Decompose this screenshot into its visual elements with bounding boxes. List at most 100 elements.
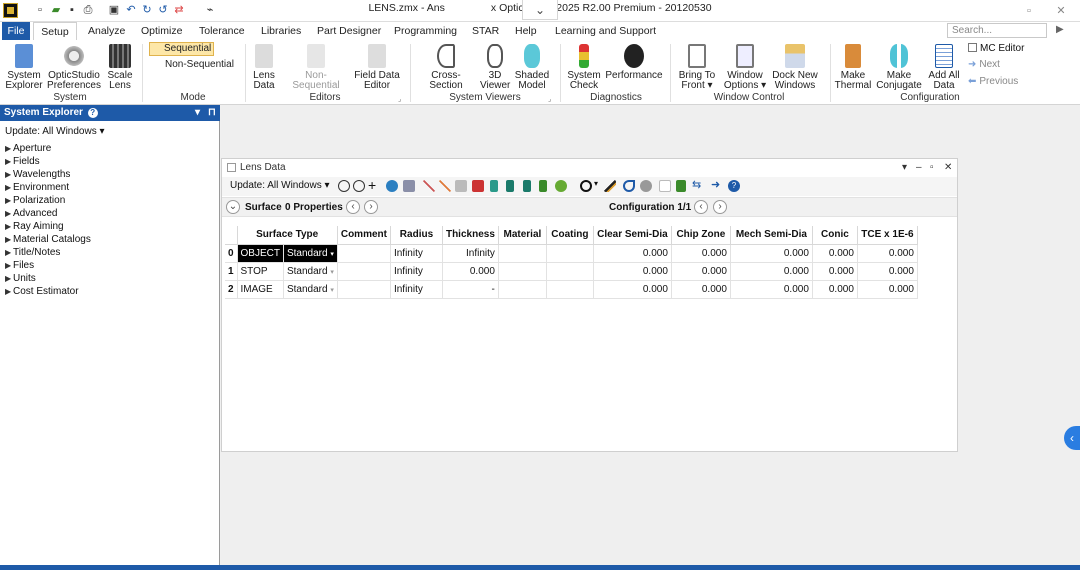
dropdown-icon[interactable]: ▾ bbox=[195, 105, 200, 121]
tce-cell[interactable]: 0.000 bbox=[857, 244, 918, 263]
tree-item-wavelengths[interactable]: ▶ Wavelengths bbox=[5, 169, 70, 180]
coating-cell[interactable] bbox=[546, 280, 594, 299]
cross-section-button[interactable]: Cross-Section bbox=[416, 42, 476, 91]
column-header[interactable]: Surface Type bbox=[237, 226, 338, 245]
menu-libraries[interactable]: Libraries bbox=[261, 22, 301, 40]
conic-cell[interactable]: 0.000 bbox=[812, 262, 858, 281]
minimize-icon[interactable]: – bbox=[916, 159, 922, 176]
table-row[interactable]: 0 OBJECT Standard ▾ Infinity Infinity 0.… bbox=[225, 244, 918, 263]
globe-icon[interactable] bbox=[386, 180, 398, 192]
tce-cell[interactable]: 0.000 bbox=[857, 280, 918, 299]
pin-icon[interactable]: ⊓ bbox=[208, 105, 216, 121]
chip-zone-cell[interactable]: 0.000 bbox=[671, 280, 731, 299]
surface-type-cell[interactable]: Standard ▾ bbox=[283, 262, 338, 281]
thickness-cell[interactable]: - bbox=[442, 280, 499, 299]
material-cell[interactable] bbox=[498, 262, 547, 281]
non-sequential-mode-button[interactable]: Non-Sequential bbox=[152, 59, 234, 70]
row-number[interactable]: 0 bbox=[225, 244, 238, 263]
menu-star[interactable]: STAR bbox=[472, 22, 499, 40]
3d-viewer-button[interactable]: 3D Viewer bbox=[480, 42, 510, 91]
coating-cell[interactable] bbox=[546, 262, 594, 281]
mech-semi-dia-cell[interactable]: 0.000 bbox=[730, 280, 813, 299]
row-number[interactable]: 1 bbox=[225, 262, 238, 281]
tree-item-ray-aiming[interactable]: ▶ Ray Aiming bbox=[5, 221, 64, 232]
system-explorer-button[interactable]: System Explorer bbox=[4, 42, 44, 91]
chip-zone-cell[interactable]: 0.000 bbox=[671, 262, 731, 281]
previous-surface-button[interactable]: ‹ bbox=[346, 200, 360, 214]
menu-tolerance[interactable]: Tolerance bbox=[199, 22, 245, 40]
table-row[interactable]: 2 IMAGE Standard ▾ Infinity - 0.000 0.00… bbox=[225, 280, 918, 299]
tree-item-files[interactable]: ▶ Files bbox=[5, 260, 34, 271]
coating-cell[interactable] bbox=[546, 244, 594, 263]
surface-name-cell[interactable]: IMAGE bbox=[237, 280, 284, 299]
lens-icon[interactable] bbox=[539, 180, 547, 192]
performance-button[interactable]: Performance bbox=[604, 42, 664, 81]
dropdown-icon[interactable]: ▾ bbox=[330, 287, 334, 294]
make-thermal-button[interactable]: Make Thermal bbox=[834, 42, 872, 91]
lens-icon[interactable] bbox=[506, 180, 514, 192]
dialog-launcher-icon[interactable]: ⌟ bbox=[398, 95, 401, 103]
expand-properties-chevron-icon[interactable]: ⌄ bbox=[226, 200, 240, 214]
next-config-button[interactable]: ➜ Next bbox=[968, 59, 1000, 70]
column-header[interactable]: Mech Semi-Dia bbox=[730, 226, 813, 245]
tree-item-fields[interactable]: ▶ Fields bbox=[5, 156, 40, 167]
mc-editor-button[interactable]: MC Editor bbox=[968, 43, 1024, 54]
tree-item-advanced[interactable]: ▶ Advanced bbox=[5, 208, 57, 219]
dropdown-icon[interactable]: ▾ bbox=[330, 269, 334, 276]
material-cell[interactable] bbox=[498, 280, 547, 299]
previous-config-button[interactable]: ⬅ Previous bbox=[968, 76, 1018, 87]
arrows-icon[interactable]: ⇆ bbox=[692, 178, 701, 191]
column-header[interactable]: Clear Semi-Dia bbox=[593, 226, 672, 245]
lens-icon[interactable] bbox=[490, 180, 498, 192]
make-conjugate-button[interactable]: Make Conjugate bbox=[874, 42, 924, 91]
tree-item-environment[interactable]: ▶ Environment bbox=[5, 182, 69, 193]
conic-cell[interactable]: 0.000 bbox=[812, 244, 858, 263]
next-config-button[interactable]: › bbox=[713, 200, 727, 214]
surface-type-cell[interactable]: Standard ▾ bbox=[283, 280, 338, 299]
chip-zone-cell[interactable]: 0.000 bbox=[671, 244, 731, 263]
comment-cell[interactable] bbox=[337, 280, 391, 299]
row-number[interactable]: 2 bbox=[225, 280, 238, 299]
comment-cell[interactable] bbox=[337, 244, 391, 263]
column-header[interactable]: Material bbox=[498, 226, 547, 245]
tree-item-units[interactable]: ▶ Units bbox=[5, 273, 36, 284]
next-surface-button[interactable]: › bbox=[364, 200, 378, 214]
window-options-button[interactable]: Window Options ▾ bbox=[722, 42, 768, 91]
dialog-launcher-icon[interactable]: ⌟ bbox=[548, 95, 551, 103]
surface-type-cell[interactable]: Standard ▾ bbox=[283, 244, 338, 263]
chevron-down-icon[interactable]: ▾ bbox=[594, 179, 598, 188]
dropdown-icon[interactable]: ▾ bbox=[902, 159, 907, 176]
menu-file[interactable]: File bbox=[2, 22, 30, 40]
settings-icon[interactable] bbox=[403, 180, 415, 192]
clear-semi-dia-cell[interactable]: 0.000 bbox=[593, 262, 672, 281]
update-dropdown[interactable]: Update: All Windows ▾ bbox=[230, 180, 330, 191]
comment-cell[interactable] bbox=[337, 262, 391, 281]
material-cell[interactable] bbox=[498, 244, 547, 263]
close-window-icon[interactable]: ✕ bbox=[1054, 4, 1068, 18]
previous-config-button[interactable]: ‹ bbox=[694, 200, 708, 214]
opticstudio-preferences-button[interactable]: OpticStudio Preferences bbox=[47, 42, 101, 91]
search-input[interactable]: Search... bbox=[947, 23, 1047, 38]
refresh-all-icon[interactable] bbox=[353, 180, 365, 192]
sequential-mode-button[interactable]: Sequential bbox=[149, 42, 214, 56]
clear-semi-dia-cell[interactable]: 0.000 bbox=[593, 280, 672, 299]
field-data-editor-button[interactable]: Field Data Editor bbox=[354, 42, 400, 91]
menu-analyze[interactable]: Analyze bbox=[88, 22, 125, 40]
maximize-icon[interactable]: ▫ bbox=[930, 159, 934, 176]
surface-name-cell[interactable]: OBJECT bbox=[237, 244, 284, 263]
column-header[interactable]: Radius bbox=[390, 226, 443, 245]
circle-icon[interactable] bbox=[580, 180, 592, 192]
thickness-cell[interactable]: Infinity bbox=[442, 244, 499, 263]
help-icon[interactable]: ? bbox=[728, 180, 740, 192]
system-check-button[interactable]: System Check bbox=[566, 42, 602, 91]
lens-data-button[interactable]: Lens Data bbox=[250, 42, 278, 91]
solve-icon[interactable] bbox=[439, 180, 451, 192]
radius-cell[interactable]: Infinity bbox=[390, 280, 443, 299]
page-icon[interactable] bbox=[659, 180, 671, 192]
column-header[interactable]: Comment bbox=[337, 226, 391, 245]
column-header[interactable]: Coating bbox=[546, 226, 594, 245]
toggle-icon[interactable] bbox=[640, 180, 652, 192]
mech-semi-dia-cell[interactable]: 0.000 bbox=[730, 244, 813, 263]
ray-icon[interactable] bbox=[676, 180, 686, 192]
table-row[interactable]: 1 STOP Standard ▾ Infinity 0.000 0.000 0… bbox=[225, 262, 918, 281]
